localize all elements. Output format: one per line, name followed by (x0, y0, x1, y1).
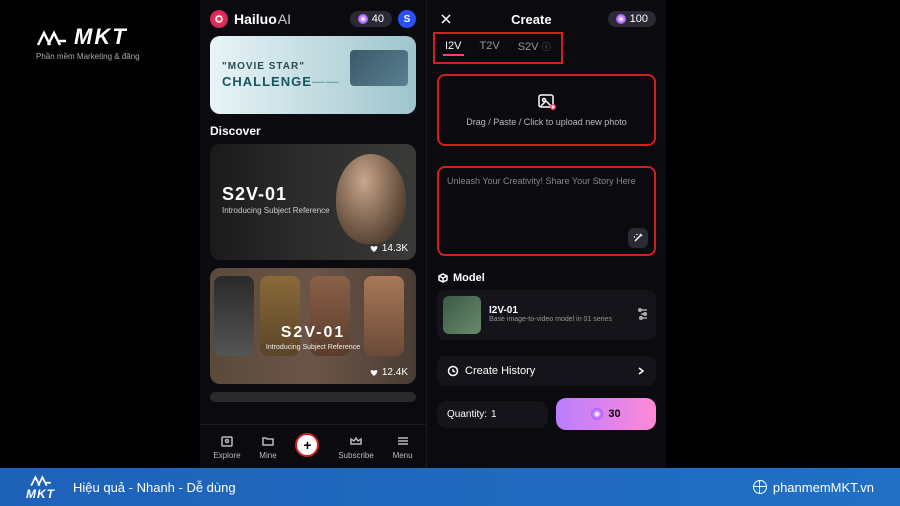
menu-icon (395, 433, 411, 449)
mode-tabs: I2V T2V S2V ⓘ (433, 32, 563, 64)
feed-list: S2V-01 Introducing Subject Reference 14.… (200, 144, 426, 402)
generate-cost: 30 (608, 408, 620, 420)
app-logo-icon (210, 10, 228, 28)
gem-icon (358, 14, 368, 24)
tab-s2v[interactable]: S2V ⓘ (516, 38, 553, 56)
prompt-input[interactable]: Unleash Your Creativity! Share Your Stor… (437, 166, 656, 256)
create-history-row[interactable]: Create History (437, 356, 656, 386)
banner-thumb (350, 50, 408, 86)
nav-label: Subscribe (338, 451, 374, 460)
heart-icon (369, 368, 379, 378)
mkt-logo-icon (27, 473, 55, 487)
info-icon: ⓘ (542, 42, 551, 52)
tab-t2v[interactable]: T2V (478, 38, 502, 56)
nav-label: Mine (259, 451, 276, 460)
nav-mine[interactable]: Mine (255, 431, 280, 462)
model-label: Model (437, 272, 656, 284)
credits-pill-right[interactable]: 100 (608, 11, 656, 27)
card-subtitle: Introducing Subject Reference (222, 206, 330, 215)
footer-banner: MKT Hiệu quả - Nhanh - Dễ dùng phanmemMK… (0, 468, 900, 506)
create-bottom-row: Quantity: 1 30 (437, 398, 656, 430)
bottom-nav: Explore Mine + Subscribe Menu (200, 424, 426, 468)
plus-icon: + (295, 433, 319, 457)
gem-icon (616, 14, 626, 24)
nav-create[interactable]: + (291, 431, 323, 462)
generate-button[interactable]: 30 (556, 398, 656, 430)
crown-icon (348, 433, 364, 449)
model-section: Model I2V-01 Base image-to-video model i… (437, 272, 656, 340)
nav-label: Explore (213, 451, 240, 460)
heart-icon (369, 244, 379, 254)
model-description: Base image-to-video model in 01 series (489, 316, 628, 324)
likes-pill[interactable]: 12.4K (369, 367, 408, 378)
footer-brand-text: MKT (26, 487, 55, 501)
feed-card[interactable] (210, 392, 416, 402)
quantity-value: 1 (491, 409, 497, 420)
chevron-right-icon (636, 366, 646, 376)
close-button[interactable] (437, 10, 455, 28)
footer-url[interactable]: phanmemMKT.vn (753, 480, 874, 495)
globe-icon (753, 480, 767, 494)
model-selector[interactable]: I2V-01 Base image-to-video model in 01 s… (437, 290, 656, 340)
footer-url-text: phanmemMKT.vn (773, 480, 874, 495)
create-title: Create (461, 12, 602, 27)
app-name: HailuoAI (234, 11, 291, 27)
clock-icon (447, 365, 459, 377)
create-panel: Create 100 I2V T2V S2V ⓘ Drag / Paste / … (426, 0, 666, 468)
nav-menu[interactable]: Menu (389, 431, 417, 462)
credits-pill-left[interactable]: 40 (350, 11, 392, 27)
wand-icon (632, 232, 644, 244)
nav-label: Menu (393, 451, 413, 460)
card-title: S2V-01 (222, 184, 287, 205)
model-name: I2V-01 (489, 305, 628, 316)
mkt-logo-icon (36, 27, 68, 47)
likes-pill[interactable]: 14.3K (369, 243, 408, 254)
feed-card[interactable]: S2V-01 Introducing Subject Reference 12.… (210, 268, 416, 384)
nav-explore[interactable]: Explore (209, 431, 244, 462)
model-thumb (443, 296, 481, 334)
feed-column: HailuoAI 40 S "MOVIE STAR" CHALLENGE—— D… (200, 0, 426, 468)
likes-count: 14.3K (382, 243, 408, 254)
magic-prompt-button[interactable] (628, 228, 648, 248)
likes-count: 12.4K (382, 367, 408, 378)
gem-icon (591, 408, 603, 420)
feed-card[interactable]: S2V-01 Introducing Subject Reference 14.… (210, 144, 416, 260)
quantity-selector[interactable]: Quantity: 1 (437, 401, 548, 428)
prompt-placeholder: Unleash Your Creativity! Share Your Stor… (447, 176, 646, 186)
upload-dropzone[interactable]: Drag / Paste / Click to upload new photo (437, 74, 656, 146)
credits-value: 40 (372, 13, 384, 25)
image-upload-icon (537, 93, 557, 111)
close-icon (440, 13, 452, 25)
mkt-subtext: Phần mềm Marketing & đăng (36, 52, 140, 61)
cube-icon (437, 272, 449, 284)
app-header: HailuoAI 40 S (200, 0, 426, 36)
create-header: Create 100 (427, 0, 666, 32)
credits-value: 100 (630, 13, 648, 25)
card-title: S2V-01 (281, 324, 345, 342)
footer-logo: MKT (26, 473, 55, 501)
mkt-brand-text: MKT (74, 24, 128, 50)
mkt-watermark-logo: MKT Phần mềm Marketing & đăng (36, 24, 140, 61)
sliders-icon[interactable] (636, 307, 650, 324)
upload-text: Drag / Paste / Click to upload new photo (458, 117, 635, 127)
avatar[interactable]: S (398, 10, 416, 28)
promo-banner[interactable]: "MOVIE STAR" CHALLENGE—— (210, 36, 416, 114)
history-label: Create History (465, 365, 535, 377)
footer-slogan: Hiệu quả - Nhanh - Dễ dùng (73, 480, 236, 495)
nav-subscribe[interactable]: Subscribe (334, 431, 378, 462)
quantity-label: Quantity: (447, 409, 487, 420)
discover-heading: Discover (200, 124, 426, 144)
explore-icon (219, 433, 235, 449)
tab-i2v[interactable]: I2V (443, 38, 464, 56)
card-subtitle: Introducing Subject Reference (266, 344, 360, 351)
folder-icon (260, 433, 276, 449)
